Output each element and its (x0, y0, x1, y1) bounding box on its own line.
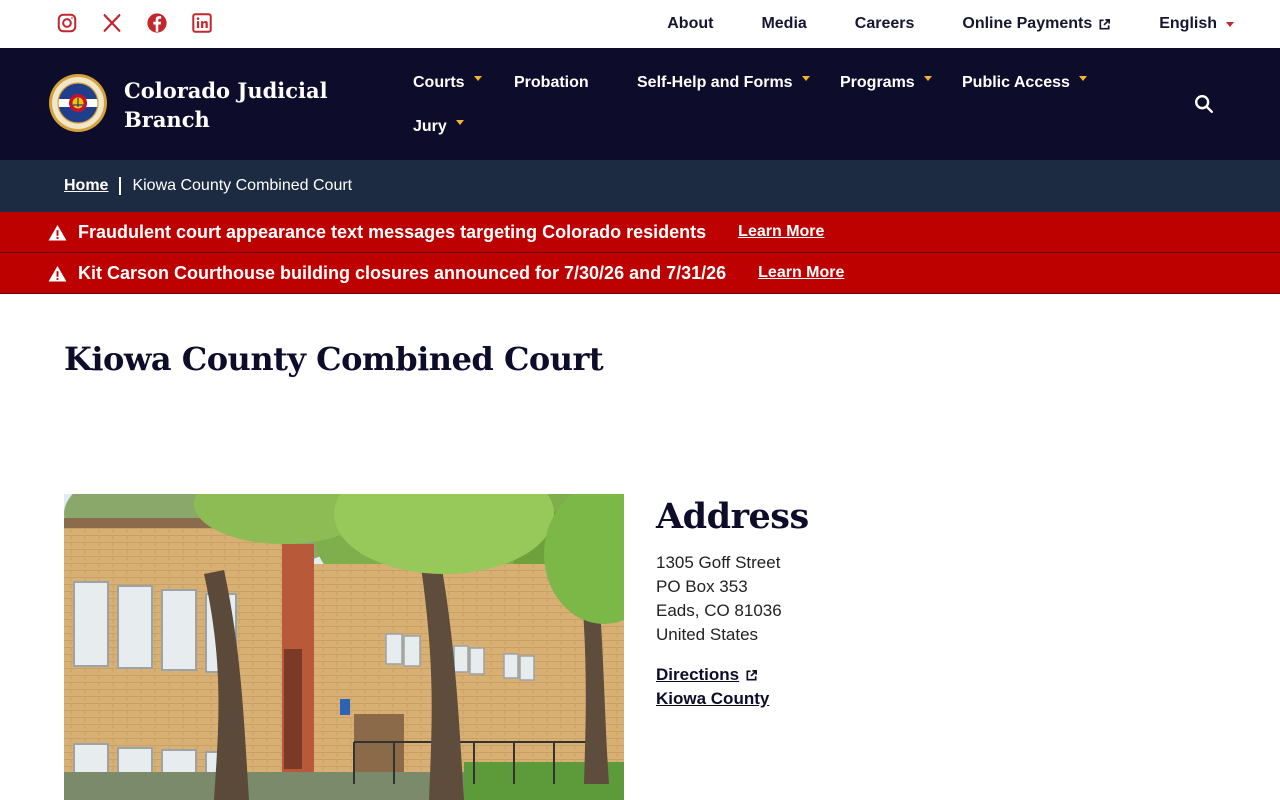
county-link[interactable]: Kiowa County (656, 687, 769, 711)
language-label: English (1159, 15, 1217, 32)
breadcrumb-separator (119, 177, 122, 195)
chevron-down-icon (923, 75, 932, 81)
online-payments-label: Online Payments (962, 15, 1093, 32)
chevron-down-icon (1078, 75, 1087, 81)
utility-links: About Media Careers Online Payments Engl… (667, 0, 1234, 48)
colorado-courts-seal-logo[interactable] (48, 73, 108, 133)
directions-label: Directions (656, 665, 740, 684)
nav-probation-label: Probation (514, 74, 589, 91)
alert-banner: Fraudulent court appearance text message… (0, 212, 1280, 253)
alert-learn-more-link[interactable]: Learn More (758, 264, 844, 282)
facebook-icon[interactable] (146, 12, 168, 34)
breadcrumb-home-link[interactable]: Home (64, 177, 108, 195)
nav-probation[interactable]: Probation (514, 72, 589, 94)
nav-jury[interactable]: Jury (413, 116, 464, 138)
alert-banner: Kit Carson Courthouse building closures … (0, 253, 1280, 294)
external-link-icon (746, 669, 758, 681)
address-street: 1305 Goff Street (656, 553, 781, 572)
chevron-down-icon (473, 75, 482, 81)
nav-courts[interactable]: Courts (413, 72, 482, 94)
careers-label: Careers (854, 15, 915, 32)
address-heading: Address (656, 496, 809, 537)
careers-link[interactable]: Careers (855, 15, 915, 33)
address-city: Eads, CO 81036 (656, 601, 782, 620)
nav-jury-label: Jury (413, 118, 447, 135)
alert-message: Kit Carson Courthouse building closures … (78, 262, 727, 283)
main-nav: Colorado Judicial Branch Courts Probatio… (0, 48, 1280, 160)
address-po-box: PO Box 353 (656, 577, 748, 596)
warning-icon (48, 265, 67, 282)
brand-line-1: Colorado Judicial (124, 78, 328, 103)
nav-courts-label: Courts (413, 74, 465, 91)
chevron-down-icon (801, 75, 810, 81)
social-links (56, 12, 213, 34)
courthouse-photo (64, 494, 624, 800)
brand-line-2: Branch (124, 107, 210, 132)
address-block: 1305 Goff Street PO Box 353 Eads, CO 810… (656, 551, 782, 647)
online-payments-link[interactable]: Online Payments (962, 15, 1111, 33)
nav-public-access-label: Public Access (962, 74, 1070, 91)
site-brand[interactable]: Colorado Judicial Branch (124, 76, 334, 134)
county-label: Kiowa County (656, 689, 770, 708)
utility-bar: About Media Careers Online Payments Engl… (0, 0, 1280, 48)
nav-self-help[interactable]: Self-Help and Forms (637, 72, 810, 94)
breadcrumb-current: Kiowa County Combined Court (132, 177, 353, 194)
x-icon[interactable] (101, 12, 123, 34)
media-label: Media (761, 15, 807, 32)
chevron-down-icon (1226, 21, 1234, 27)
address-links: Directions Kiowa County (656, 663, 769, 711)
page-title: Kiowa County Combined Court (64, 340, 604, 378)
alert-learn-more-link[interactable]: Learn More (738, 223, 824, 241)
warning-icon (48, 224, 67, 241)
media-link[interactable]: Media (761, 15, 806, 33)
linkedin-icon[interactable] (191, 12, 213, 34)
search-icon[interactable] (1193, 93, 1215, 115)
breadcrumb: Home Kiowa County Combined Court (0, 160, 1280, 212)
directions-link[interactable]: Directions (656, 663, 769, 687)
alert-message: Fraudulent court appearance text message… (78, 221, 707, 242)
instagram-icon[interactable] (56, 12, 78, 34)
about-link[interactable]: About (667, 15, 713, 33)
language-selector[interactable]: English (1159, 15, 1234, 33)
about-label: About (667, 15, 714, 32)
chevron-down-icon (455, 119, 464, 125)
external-link-icon (1099, 18, 1111, 30)
nav-public-access[interactable]: Public Access (962, 72, 1087, 94)
nav-programs[interactable]: Programs (840, 72, 932, 94)
nav-programs-label: Programs (840, 74, 915, 91)
address-country: United States (656, 625, 759, 644)
nav-self-help-label: Self-Help and Forms (637, 74, 793, 91)
